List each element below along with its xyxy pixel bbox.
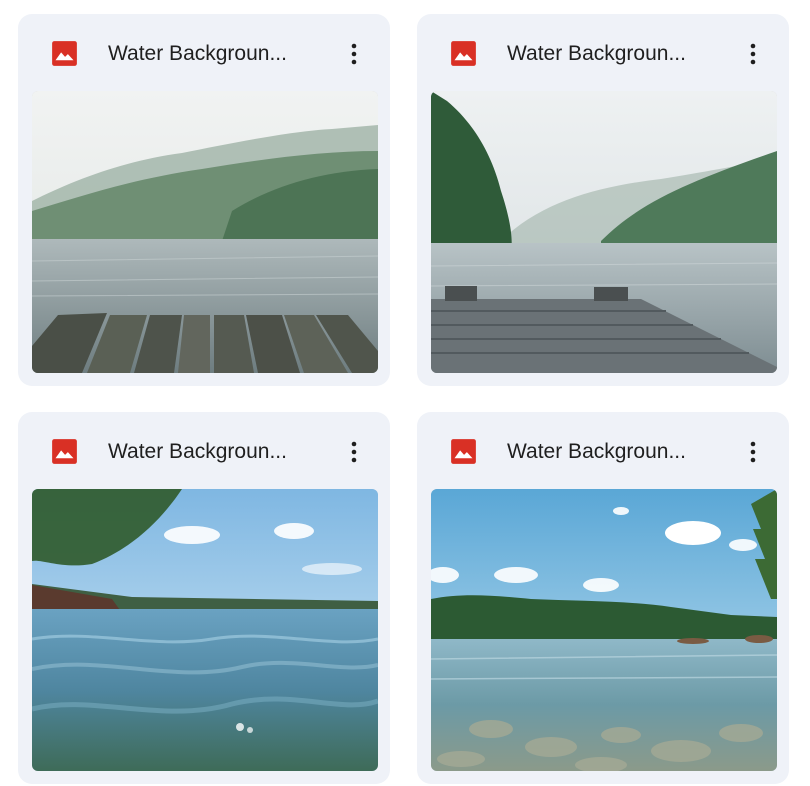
file-thumbnail[interactable] [32,489,378,771]
file-name[interactable]: Water Backgroun... [507,439,717,465]
file-card-header: Water Backgroun... [417,412,789,490]
more-vert-icon [351,43,357,65]
file-card-header: Water Backgroun... [18,14,390,92]
file-name[interactable]: Water Backgroun... [108,439,318,465]
file-card[interactable]: Water Backgroun... [18,412,390,784]
file-thumbnail[interactable] [32,91,378,373]
file-card[interactable]: Water Backgroun... [417,14,789,386]
file-card-header: Water Backgroun... [417,14,789,92]
file-card[interactable]: Water Backgroun... [18,14,390,386]
more-options-button[interactable] [338,35,370,73]
more-options-button[interactable] [737,433,769,471]
file-card-header: Water Backgroun... [18,412,390,490]
file-thumbnail[interactable] [431,91,777,373]
file-name[interactable]: Water Backgroun... [507,41,717,67]
more-vert-icon [351,441,357,463]
image-file-icon [52,439,77,464]
image-file-icon [451,41,476,66]
more-vert-icon [750,441,756,463]
image-file-icon [52,41,77,66]
more-vert-icon [750,43,756,65]
more-options-button[interactable] [737,35,769,73]
file-name[interactable]: Water Backgroun... [108,41,318,67]
image-file-icon [451,439,476,464]
file-thumbnail[interactable] [431,489,777,771]
more-options-button[interactable] [338,433,370,471]
file-card[interactable]: Water Backgroun... [417,412,789,784]
